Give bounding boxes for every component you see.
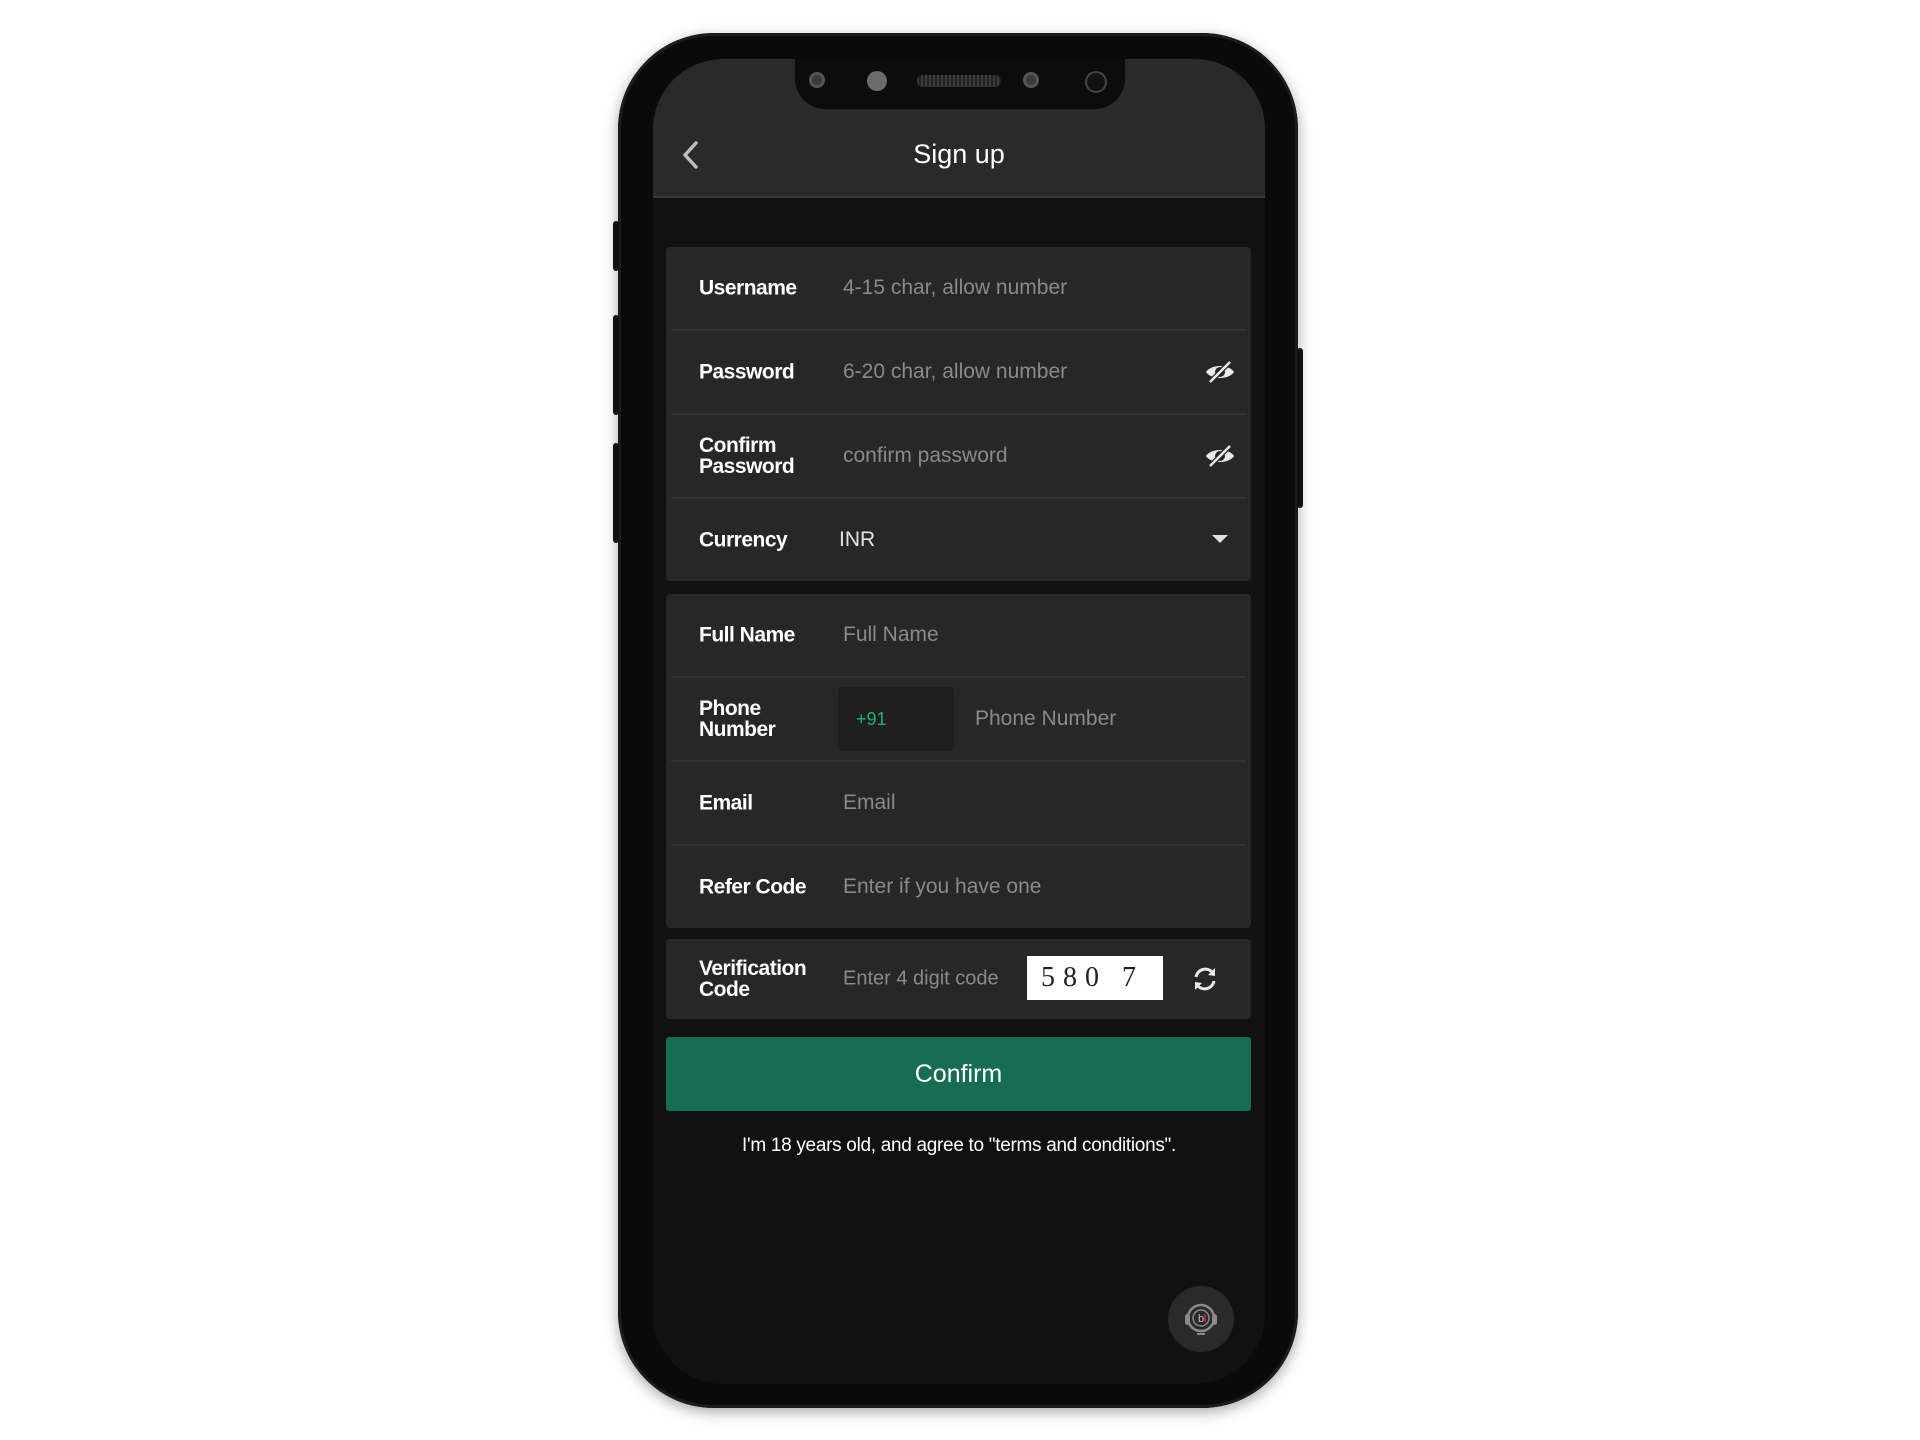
- currency-selected-value: INR: [839, 528, 876, 551]
- phone-input[interactable]: [975, 707, 1235, 731]
- sensor-icon: [1023, 72, 1039, 88]
- phone-screen: Sign up Username Password Confirm Passwo…: [653, 59, 1265, 1384]
- email-input[interactable]: [843, 791, 1173, 815]
- confirm-button[interactable]: Confirm: [666, 1037, 1251, 1111]
- front-camera-icon: [1085, 71, 1107, 93]
- full-name-label: Full Name: [699, 623, 795, 647]
- eye-slash-icon: [1206, 360, 1234, 384]
- speaker-grille: [917, 75, 1001, 87]
- currency-select[interactable]: INR: [839, 528, 1239, 552]
- refer-code-input[interactable]: [843, 875, 1173, 899]
- confirm-password-row: Confirm Password: [671, 415, 1246, 499]
- full-name-input[interactable]: [843, 623, 1173, 647]
- profile-form-group: Full Name Phone Number +91 Email Refer C…: [666, 594, 1251, 928]
- phone-row: Phone Number +91: [671, 678, 1246, 762]
- sensor-icon: [809, 72, 825, 88]
- phone-mute-switch: [613, 221, 619, 271]
- toggle-confirm-password-visibility-button[interactable]: [1204, 444, 1236, 468]
- phone-label: Phone Number: [699, 697, 776, 741]
- password-row: Password: [671, 331, 1246, 415]
- username-input[interactable]: [843, 276, 1173, 300]
- verification-row: Verification Code 580 7: [671, 939, 1246, 1019]
- terms-text: I'm 18 years old, and agree to "terms an…: [742, 1135, 1176, 1156]
- headset-support-icon: b: [1185, 1303, 1217, 1335]
- refer-code-label: Refer Code: [699, 875, 807, 899]
- currency-label: Currency: [699, 528, 788, 552]
- password-label: Password: [699, 360, 795, 384]
- captcha-image: 580 7: [1027, 956, 1163, 1000]
- verification-group: Verification Code 580 7: [666, 939, 1251, 1019]
- svg-text:b: b: [1198, 1313, 1204, 1325]
- confirm-password-label: Confirm Password: [699, 434, 795, 478]
- phone-volume-down: [613, 443, 619, 543]
- email-row: Email: [671, 762, 1246, 846]
- caret-down-icon[interactable]: [1212, 535, 1228, 543]
- eye-slash-icon: [1206, 444, 1234, 468]
- email-label: Email: [699, 791, 753, 815]
- phone-notch: [795, 59, 1125, 109]
- username-label: Username: [699, 276, 797, 300]
- refresh-captcha-button[interactable]: [1191, 965, 1219, 993]
- toggle-password-visibility-button[interactable]: [1204, 360, 1236, 384]
- phone-volume-up: [613, 315, 619, 415]
- username-row: Username: [671, 247, 1246, 331]
- customer-support-button[interactable]: b: [1168, 1286, 1234, 1352]
- verification-label: Verification Code: [699, 957, 807, 1001]
- refresh-icon: [1194, 967, 1216, 991]
- phone-frame: Sign up Username Password Confirm Passwo…: [613, 33, 1303, 1408]
- refer-code-row: Refer Code: [671, 846, 1246, 928]
- camera-icon: [867, 71, 887, 91]
- page-title: Sign up: [913, 139, 1005, 169]
- full-name-row: Full Name: [671, 594, 1246, 678]
- account-form-group: Username Password Confirm Password Curre…: [666, 247, 1251, 581]
- verification-code-input[interactable]: [843, 967, 1018, 991]
- country-code-select[interactable]: +91: [838, 687, 954, 751]
- confirm-password-input[interactable]: [843, 444, 1173, 468]
- password-input[interactable]: [843, 360, 1173, 384]
- phone-power-button: [1297, 348, 1303, 508]
- currency-row: Currency INR: [671, 499, 1246, 581]
